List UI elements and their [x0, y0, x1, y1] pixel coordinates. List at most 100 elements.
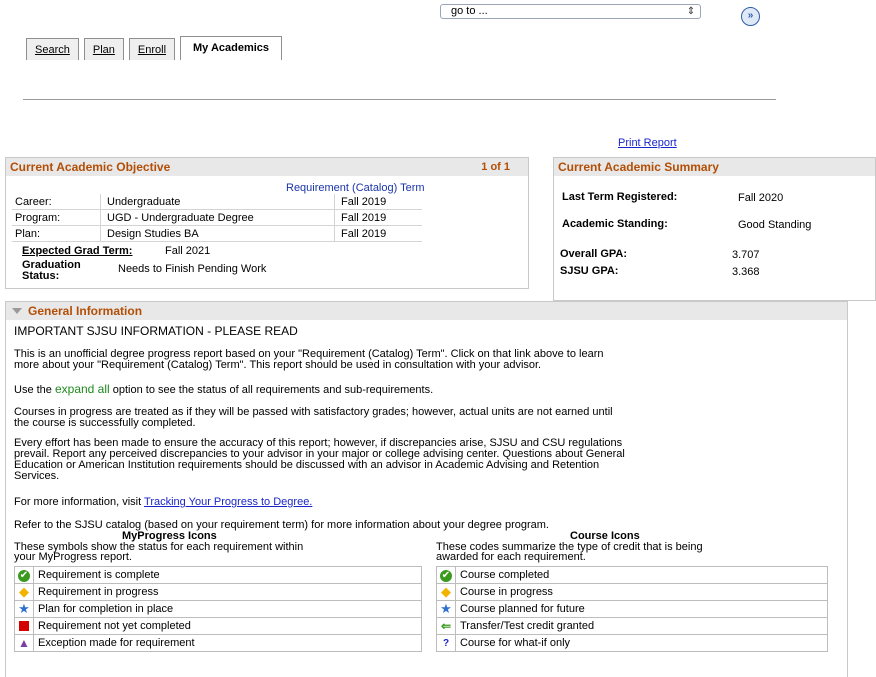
tab-enroll[interactable]: Enroll — [128, 38, 176, 60]
objective-count: 1 of 1 — [481, 161, 510, 173]
career-term: Fall 2019 — [334, 194, 422, 210]
table-row: ✔ Requirement is complete — [14, 566, 422, 584]
tab-enroll-label: Enroll — [137, 44, 167, 56]
check-icon: ✔ — [18, 569, 30, 582]
objective-title: Current Academic Objective — [10, 160, 171, 174]
question-icon: ? — [442, 637, 450, 649]
sjsu-gpa-label: SJSU GPA: — [560, 265, 619, 277]
table-row: Program: UGD - Undergraduate Degree Fall… — [12, 209, 422, 226]
icon-cell: ? — [436, 634, 456, 652]
academic-standing-value: Good Standing — [738, 219, 812, 231]
myprogress-icons-table: ✔ Requirement is complete ◆ Requirement … — [14, 566, 422, 652]
tab-my-academics[interactable]: My Academics — [180, 36, 283, 60]
table-row: ▲ Exception made for requirement — [14, 634, 422, 652]
icon-cell: ✔ — [14, 566, 34, 584]
academic-standing-label: Academic Standing: — [562, 218, 668, 230]
transfer-arrow-icon: ⇐ — [440, 618, 452, 633]
check-icon: ✔ — [440, 569, 452, 582]
plan-label: Plan: — [12, 225, 101, 242]
icon-cell: ★ — [436, 600, 456, 618]
paragraph-5: For more information, visit Tracking You… — [14, 497, 824, 508]
paragraph-4-line-3: Education or American Institution requir… — [14, 459, 600, 471]
paragraph-1-line-2: more about your "Requirement (Catalog) T… — [14, 359, 542, 371]
print-report-link[interactable]: Print Report — [618, 137, 677, 149]
important-heading: IMPORTANT SJSU INFORMATION - PLEASE READ — [14, 324, 298, 338]
icon-cell — [14, 617, 34, 635]
tab-search[interactable]: Search — [26, 38, 79, 60]
square-icon — [18, 620, 30, 633]
table-row: ⇐ Transfer/Test credit granted — [436, 617, 828, 635]
legend-label: Course for what-if only — [455, 634, 828, 652]
program-label: Program: — [12, 209, 101, 226]
myprogress-icons-description: These symbols show the status for each r… — [14, 542, 384, 563]
tracking-progress-link[interactable]: Tracking Your Progress to Degree. — [144, 496, 312, 508]
summary-title: Current Academic Summary — [558, 160, 719, 174]
overall-gpa-label: Overall GPA: — [560, 248, 628, 260]
table-row: Career: Undergraduate Fall 2019 — [12, 194, 422, 210]
star-icon: ★ — [440, 600, 452, 616]
course-icons-description: These codes summarize the type of credit… — [436, 542, 806, 563]
summary-header: Current Academic Summary — [554, 158, 875, 176]
graduation-status-label-line2: Status: — [22, 270, 60, 282]
table-row: ✔ Course completed — [436, 566, 828, 584]
table-row: ◆ Course in progress — [436, 583, 828, 601]
tab-plan[interactable]: Plan — [83, 38, 124, 60]
table-row: ◆ Requirement in progress — [14, 583, 422, 601]
paragraph-2-post: option to see the status of all requirem… — [109, 384, 434, 396]
graduation-status-value: Needs to Finish Pending Work — [118, 263, 267, 275]
objective-table: Career: Undergraduate Fall 2019 Program:… — [12, 194, 422, 242]
icon-cell: ★ — [14, 600, 34, 618]
diamond-icon: ◆ — [19, 583, 29, 599]
last-term-value: Fall 2020 — [738, 192, 784, 204]
plan-term: Fall 2019 — [334, 225, 422, 242]
requirement-term-link[interactable]: Requirement (Catalog) Term — [286, 182, 425, 194]
current-academic-objective-panel: Current Academic Objective 1 of 1 Requir… — [5, 157, 529, 289]
paragraph-2: Use the expand all option to see the sta… — [14, 383, 824, 396]
course-icons-table: ✔ Course completed ◆ Course in progress … — [436, 566, 828, 652]
general-information-header[interactable]: General Information — [6, 302, 847, 320]
tab-search-label: Search — [35, 44, 70, 56]
icon-cell: ⇐ — [436, 617, 456, 635]
tab-bar: Search Plan Enroll My Academics — [26, 36, 283, 60]
course-desc-line-2: awarded for each requirement. — [436, 551, 586, 563]
star-icon: ★ — [18, 600, 30, 616]
table-row: ★ Plan for completion in place — [14, 600, 422, 618]
legend-label: Exception made for requirement — [33, 634, 422, 652]
tab-plan-label: Plan — [92, 44, 115, 56]
paragraph-4-line-4: Services. — [14, 470, 60, 482]
legend-label: Course completed — [455, 566, 828, 584]
objective-header: Current Academic Objective 1 of 1 — [6, 158, 528, 176]
general-information-panel: General Information IMPORTANT SJSU INFOR… — [5, 301, 848, 677]
goto-select-value: go to ... — [451, 5, 488, 17]
plan-value: Design Studies BA — [100, 225, 335, 242]
current-academic-summary-panel: Current Academic Summary Last Term Regis… — [553, 157, 876, 301]
program-term: Fall 2019 — [334, 209, 422, 226]
table-row: ? Course for what-if only — [436, 634, 828, 652]
legend-label: Course planned for future — [455, 600, 828, 618]
tab-my-academics-label: My Academics — [193, 42, 270, 54]
collapse-triangle-icon[interactable] — [12, 308, 22, 314]
program-value: UGD - Undergraduate Degree — [100, 209, 335, 226]
goto-select[interactable]: go to ... ⇕ — [440, 4, 701, 19]
career-label: Career: — [12, 194, 101, 210]
paragraph-5-pre: For more information, visit — [14, 496, 145, 508]
divider — [23, 99, 776, 100]
icon-cell: ▲ — [14, 634, 34, 652]
legend-label: Requirement in progress — [33, 583, 422, 601]
expected-grad-term-label: Expected Grad Term: — [22, 245, 133, 257]
overall-gpa-value: 3.707 — [732, 249, 760, 261]
icon-cell: ◆ — [436, 583, 456, 601]
legend-label: Plan for completion in place — [33, 600, 422, 618]
paragraph-1: This is an unofficial degree progress re… — [14, 349, 824, 371]
last-term-label: Last Term Registered: — [562, 191, 678, 203]
diamond-icon: ◆ — [441, 583, 451, 599]
table-row: ★ Course planned for future — [436, 600, 828, 618]
legend-label: Course in progress — [455, 583, 828, 601]
paragraph-2-pre: Use the — [14, 384, 55, 396]
dropdown-arrow-icon[interactable]: ⇕ — [684, 5, 698, 18]
triangle-icon: ▲ — [18, 635, 30, 650]
goto-go-button[interactable]: » — [741, 7, 760, 26]
paragraph-3-line-2: the course is successfully completed. — [14, 417, 196, 429]
icon-cell: ◆ — [14, 583, 34, 601]
table-row: Requirement not yet completed — [14, 617, 422, 635]
